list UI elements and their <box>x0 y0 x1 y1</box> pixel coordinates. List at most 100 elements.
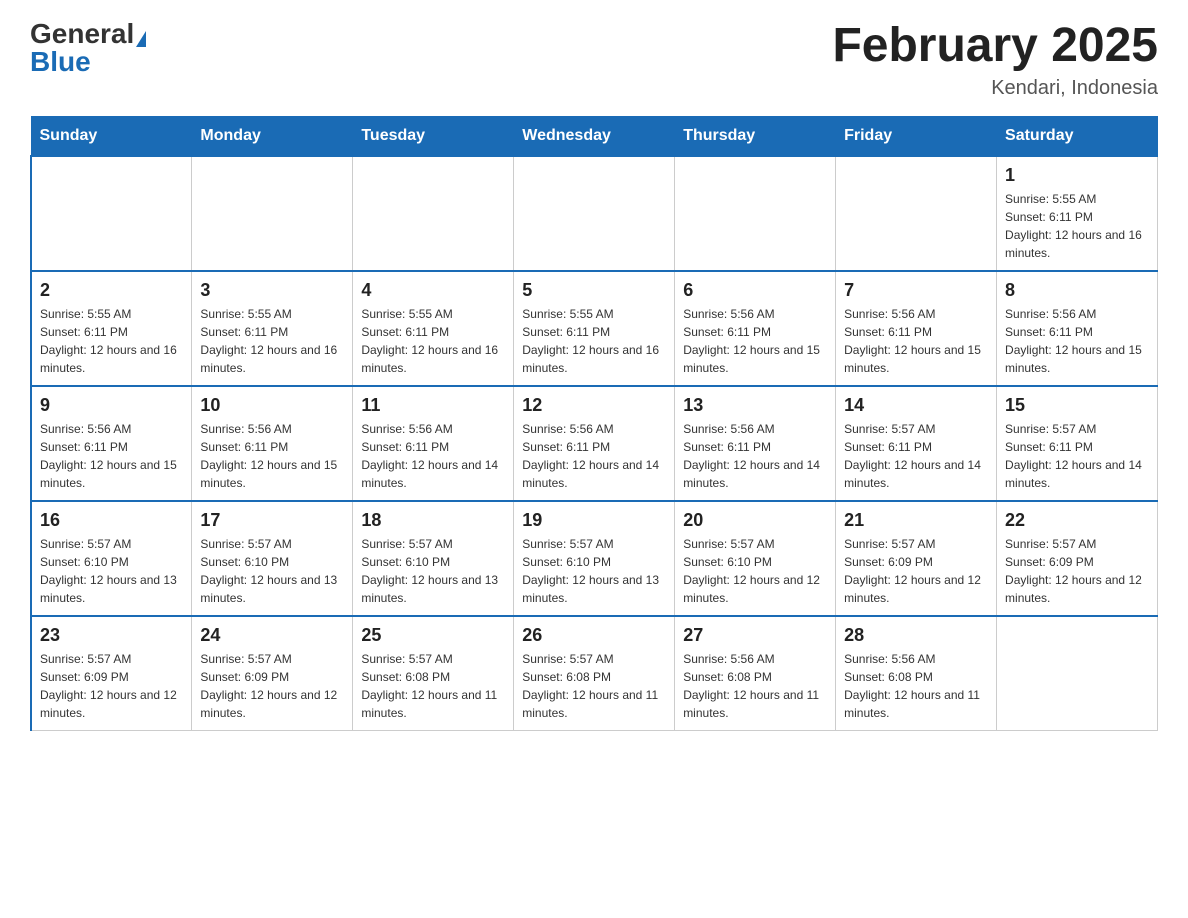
calendar-week-row: 16 Sunrise: 5:57 AMSunset: 6:10 PMDayligh… <box>31 501 1158 616</box>
calendar-cell: 15Sunrise: 5:57 AMSunset: 6:11 PMDayligh… <box>997 386 1158 501</box>
col-monday: Monday <box>192 116 353 156</box>
day-info: Sunrise: 5:56 AMSunset: 6:11 PMDaylight:… <box>683 420 827 492</box>
day-info: Sunrise: 5:57 AMSunset: 6:11 PMDaylight:… <box>1005 420 1149 492</box>
day-number: 20 <box>683 510 827 531</box>
col-tuesday: Tuesday <box>353 116 514 156</box>
day-number: 18 <box>361 510 505 531</box>
calendar-table: Sunday Monday Tuesday Wednesday Thursday… <box>30 116 1158 731</box>
calendar-week-row: 1Sunrise: 5:55 AMSunset: 6:11 PMDaylight… <box>31 156 1158 271</box>
day-info: Sunrise: 5:55 AMSunset: 6:11 PMDaylight:… <box>1005 190 1149 262</box>
col-thursday: Thursday <box>675 116 836 156</box>
logo-triangle-icon <box>136 31 146 47</box>
day-info: Sunrise: 5:57 AMSunset: 6:10 PMDaylight:… <box>200 535 344 607</box>
day-number: 17 <box>200 510 344 531</box>
day-number: 24 <box>200 625 344 646</box>
day-info: Sunrise: 5:55 AMSunset: 6:11 PMDaylight:… <box>361 305 505 377</box>
month-title: February 2025 <box>832 20 1158 73</box>
calendar-cell <box>514 156 675 271</box>
calendar-cell: 2 Sunrise: 5:55 AMSunset: 6:11 PMDaylight… <box>31 271 192 386</box>
day-number: 6 <box>683 280 827 301</box>
calendar-cell: 28 Sunrise: 5:56 AMSunset: 6:08 PMDayligh… <box>836 616 997 731</box>
day-info: Sunrise: 5:57 AMSunset: 6:08 PMDaylight:… <box>522 650 666 722</box>
calendar-week-row: 2 Sunrise: 5:55 AMSunset: 6:11 PMDaylight… <box>31 271 1158 386</box>
page-header: General Blue February 2025 Kendari, Indo… <box>30 20 1158 100</box>
day-number: 2 <box>40 280 183 301</box>
day-info: Sunrise: 5:56 AMSunset: 6:08 PMDaylight:… <box>844 650 988 722</box>
day-number: 7 <box>844 280 988 301</box>
calendar-cell: 10Sunrise: 5:56 AMSunset: 6:11 PMDayligh… <box>192 386 353 501</box>
calendar-cell: 6 Sunrise: 5:56 AMSunset: 6:11 PMDaylight… <box>675 271 836 386</box>
day-info: Sunrise: 5:57 AMSunset: 6:09 PMDaylight:… <box>844 535 988 607</box>
day-info: Sunrise: 5:56 AMSunset: 6:11 PMDaylight:… <box>1005 305 1149 377</box>
logo-blue-text: Blue <box>30 46 91 77</box>
calendar-week-row: 9Sunrise: 5:56 AMSunset: 6:11 PMDaylight… <box>31 386 1158 501</box>
calendar-cell: 17 Sunrise: 5:57 AMSunset: 6:10 PMDayligh… <box>192 501 353 616</box>
day-info: Sunrise: 5:57 AMSunset: 6:09 PMDaylight:… <box>1005 535 1149 607</box>
days-of-week-row: Sunday Monday Tuesday Wednesday Thursday… <box>31 116 1158 156</box>
day-number: 11 <box>361 395 505 416</box>
day-info: Sunrise: 5:55 AMSunset: 6:11 PMDaylight:… <box>522 305 666 377</box>
day-info: Sunrise: 5:57 AMSunset: 6:10 PMDaylight:… <box>361 535 505 607</box>
calendar-cell <box>31 156 192 271</box>
day-number: 19 <box>522 510 666 531</box>
calendar-cell: 14 Sunrise: 5:57 AMSunset: 6:11 PMDayligh… <box>836 386 997 501</box>
location-text: Kendari, Indonesia <box>832 77 1158 100</box>
day-number: 13 <box>683 395 827 416</box>
calendar-cell: 27Sunrise: 5:56 AMSunset: 6:08 PMDayligh… <box>675 616 836 731</box>
logo: General Blue <box>30 20 146 76</box>
calendar-cell: 22 Sunrise: 5:57 AMSunset: 6:09 PMDayligh… <box>997 501 1158 616</box>
day-number: 22 <box>1005 510 1149 531</box>
calendar-cell: 21Sunrise: 5:57 AMSunset: 6:09 PMDayligh… <box>836 501 997 616</box>
day-number: 12 <box>522 395 666 416</box>
calendar-cell: 23 Sunrise: 5:57 AMSunset: 6:09 PMDayligh… <box>31 616 192 731</box>
calendar-cell: 20 Sunrise: 5:57 AMSunset: 6:10 PMDayligh… <box>675 501 836 616</box>
calendar-cell: 18 Sunrise: 5:57 AMSunset: 6:10 PMDayligh… <box>353 501 514 616</box>
day-info: Sunrise: 5:56 AMSunset: 6:11 PMDaylight:… <box>844 305 988 377</box>
day-number: 4 <box>361 280 505 301</box>
day-info: Sunrise: 5:57 AMSunset: 6:10 PMDaylight:… <box>522 535 666 607</box>
day-number: 28 <box>844 625 988 646</box>
day-number: 10 <box>200 395 344 416</box>
day-info: Sunrise: 5:57 AMSunset: 6:08 PMDaylight:… <box>361 650 505 722</box>
col-saturday: Saturday <box>997 116 1158 156</box>
calendar-cell: 9Sunrise: 5:56 AMSunset: 6:11 PMDaylight… <box>31 386 192 501</box>
calendar-body: 1Sunrise: 5:55 AMSunset: 6:11 PMDaylight… <box>31 156 1158 731</box>
calendar-cell: 12 Sunrise: 5:56 AMSunset: 6:11 PMDayligh… <box>514 386 675 501</box>
day-number: 16 <box>40 510 183 531</box>
calendar-cell: 16 Sunrise: 5:57 AMSunset: 6:10 PMDayligh… <box>31 501 192 616</box>
day-info: Sunrise: 5:56 AMSunset: 6:11 PMDaylight:… <box>683 305 827 377</box>
day-info: Sunrise: 5:57 AMSunset: 6:10 PMDaylight:… <box>40 535 183 607</box>
calendar-week-row: 23 Sunrise: 5:57 AMSunset: 6:09 PMDayligh… <box>31 616 1158 731</box>
calendar-cell: 26 Sunrise: 5:57 AMSunset: 6:08 PMDayligh… <box>514 616 675 731</box>
day-number: 14 <box>844 395 988 416</box>
logo-line1: General <box>30 20 146 48</box>
day-info: Sunrise: 5:56 AMSunset: 6:11 PMDaylight:… <box>40 420 183 492</box>
day-number: 25 <box>361 625 505 646</box>
calendar-cell: 5 Sunrise: 5:55 AMSunset: 6:11 PMDaylight… <box>514 271 675 386</box>
day-info: Sunrise: 5:57 AMSunset: 6:11 PMDaylight:… <box>844 420 988 492</box>
day-number: 26 <box>522 625 666 646</box>
day-number: 8 <box>1005 280 1149 301</box>
day-number: 3 <box>200 280 344 301</box>
col-wednesday: Wednesday <box>514 116 675 156</box>
calendar-cell <box>997 616 1158 731</box>
calendar-cell <box>192 156 353 271</box>
title-area: February 2025 Kendari, Indonesia <box>832 20 1158 100</box>
calendar-cell: 7 Sunrise: 5:56 AMSunset: 6:11 PMDaylight… <box>836 271 997 386</box>
day-info: Sunrise: 5:55 AMSunset: 6:11 PMDaylight:… <box>40 305 183 377</box>
logo-general-text: General <box>30 18 134 49</box>
day-number: 23 <box>40 625 183 646</box>
calendar-cell <box>353 156 514 271</box>
calendar-cell <box>836 156 997 271</box>
calendar-cell: 24Sunrise: 5:57 AMSunset: 6:09 PMDayligh… <box>192 616 353 731</box>
day-info: Sunrise: 5:57 AMSunset: 6:10 PMDaylight:… <box>683 535 827 607</box>
col-friday: Friday <box>836 116 997 156</box>
col-sunday: Sunday <box>31 116 192 156</box>
calendar-cell: 1Sunrise: 5:55 AMSunset: 6:11 PMDaylight… <box>997 156 1158 271</box>
calendar-cell: 19 Sunrise: 5:57 AMSunset: 6:10 PMDayligh… <box>514 501 675 616</box>
day-info: Sunrise: 5:56 AMSunset: 6:11 PMDaylight:… <box>522 420 666 492</box>
calendar-cell: 13 Sunrise: 5:56 AMSunset: 6:11 PMDayligh… <box>675 386 836 501</box>
day-number: 5 <box>522 280 666 301</box>
calendar-cell: 11Sunrise: 5:56 AMSunset: 6:11 PMDayligh… <box>353 386 514 501</box>
day-info: Sunrise: 5:57 AMSunset: 6:09 PMDaylight:… <box>40 650 183 722</box>
